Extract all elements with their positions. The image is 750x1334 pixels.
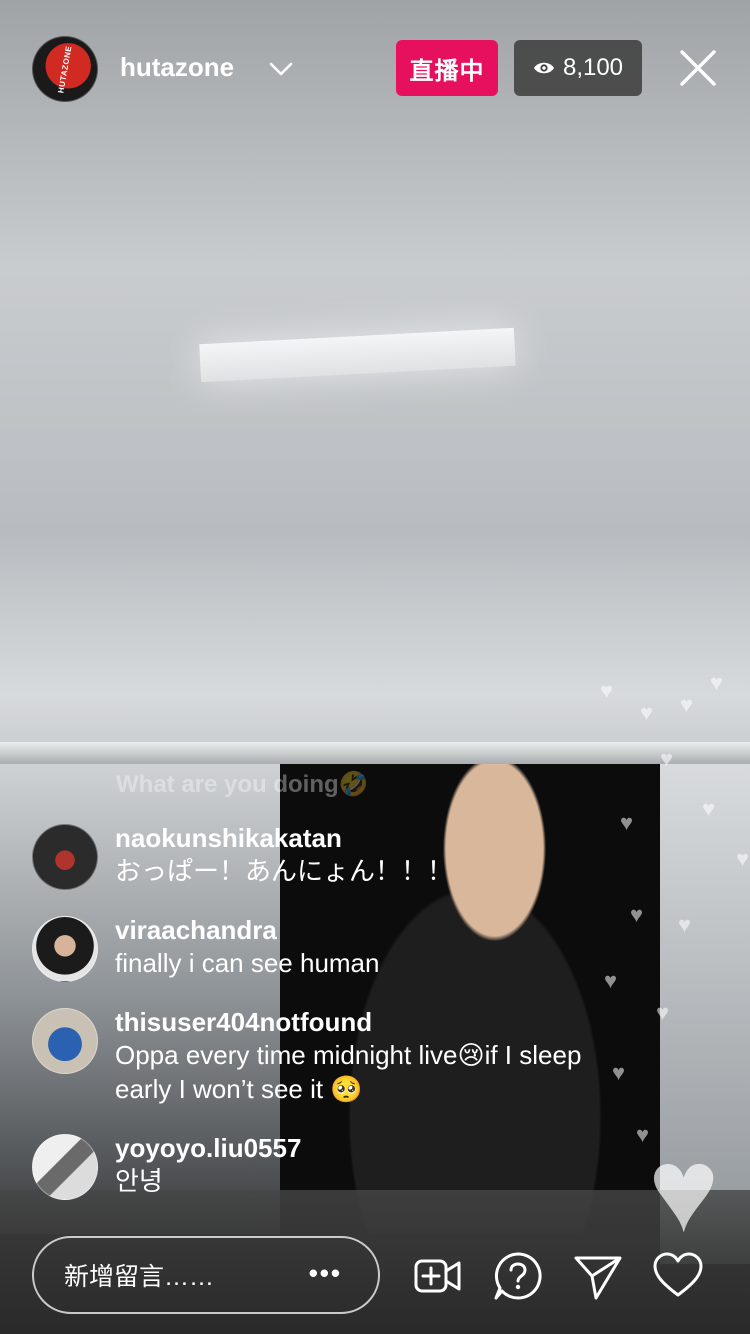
- add-video-icon[interactable]: [412, 1250, 464, 1302]
- host-avatar-text: HUTAZONE: [56, 44, 74, 94]
- heart-icon: ♥: [710, 670, 724, 695]
- host-username[interactable]: hutazone: [120, 52, 234, 83]
- faded-comment: What are you doing🤣: [116, 771, 369, 798]
- comment-list: naokunshikakatan おっぱー！あんにょん！！！ viraachan…: [32, 822, 622, 1224]
- more-options-button[interactable]: •••: [309, 1258, 342, 1289]
- comment-username[interactable]: naokunshikakatan: [115, 822, 622, 854]
- heart-icon: ♥: [680, 692, 694, 717]
- comment-input[interactable]: 新增留言…… •••: [32, 1236, 380, 1314]
- heart-icon: ♥: [660, 746, 674, 771]
- comment-item[interactable]: yoyoyo.liu0557 안녕: [32, 1132, 622, 1200]
- eye-icon: [533, 62, 554, 74]
- bottom-bar: 新增留言…… •••: [32, 1236, 718, 1316]
- comment-username[interactable]: thisuser404notfound: [115, 1006, 622, 1038]
- comment-text: Oppa every time midnight live😢if I sleep…: [115, 1040, 582, 1104]
- comment-text: おっぱー！あんにょん！！！: [115, 856, 454, 886]
- ceiling-light: [199, 327, 516, 383]
- send-icon[interactable]: [572, 1250, 624, 1302]
- heart-icon: ♥: [656, 1000, 670, 1025]
- commenter-avatar[interactable]: [32, 1134, 98, 1200]
- heart-icon: ♥: [600, 678, 614, 703]
- host-avatar[interactable]: HUTAZONE: [32, 36, 98, 102]
- comment-username[interactable]: yoyoyo.liu0557: [115, 1132, 622, 1164]
- commenter-avatar[interactable]: [32, 1008, 98, 1074]
- comment-text: finally i can see human: [115, 948, 380, 978]
- commenter-avatar[interactable]: [32, 916, 98, 982]
- comment-item[interactable]: thisuser404notfound Oppa every time midn…: [32, 1006, 622, 1106]
- heart-icon: ♥: [736, 846, 750, 871]
- comment-placeholder: 新增留言……: [64, 1263, 215, 1291]
- heart-icon: ♥: [702, 796, 716, 821]
- comment-item[interactable]: naokunshikakatan おっぱー！あんにょん！！！: [32, 822, 622, 890]
- live-badge: 直播中: [396, 40, 498, 96]
- heart-icon: ♥: [640, 700, 654, 725]
- close-icon[interactable]: [678, 48, 718, 88]
- top-bar: HUTAZONE hutazone 直播中 8,100: [32, 36, 718, 102]
- chevron-down-icon[interactable]: [268, 56, 294, 82]
- comment-text: 안녕: [115, 1166, 163, 1196]
- heart-icon: ♥: [630, 902, 644, 927]
- comment-username[interactable]: viraachandra: [115, 914, 622, 946]
- big-heart-icon: ♥: [648, 1123, 720, 1257]
- live-video-screen: HUTAZONE hutazone 直播中 8,100 ♥ ♥ ♥ ♥ ♥ ♥ …: [0, 0, 750, 1334]
- heart-icon[interactable]: [652, 1250, 704, 1302]
- viewer-count: 8,100: [562, 54, 624, 81]
- question-icon[interactable]: [492, 1250, 544, 1302]
- heart-icon: ♥: [678, 912, 692, 937]
- commenter-avatar[interactable]: [32, 824, 98, 890]
- comment-item[interactable]: viraachandra finally i can see human: [32, 914, 622, 982]
- viewer-count-badge[interactable]: 8,100: [514, 40, 642, 96]
